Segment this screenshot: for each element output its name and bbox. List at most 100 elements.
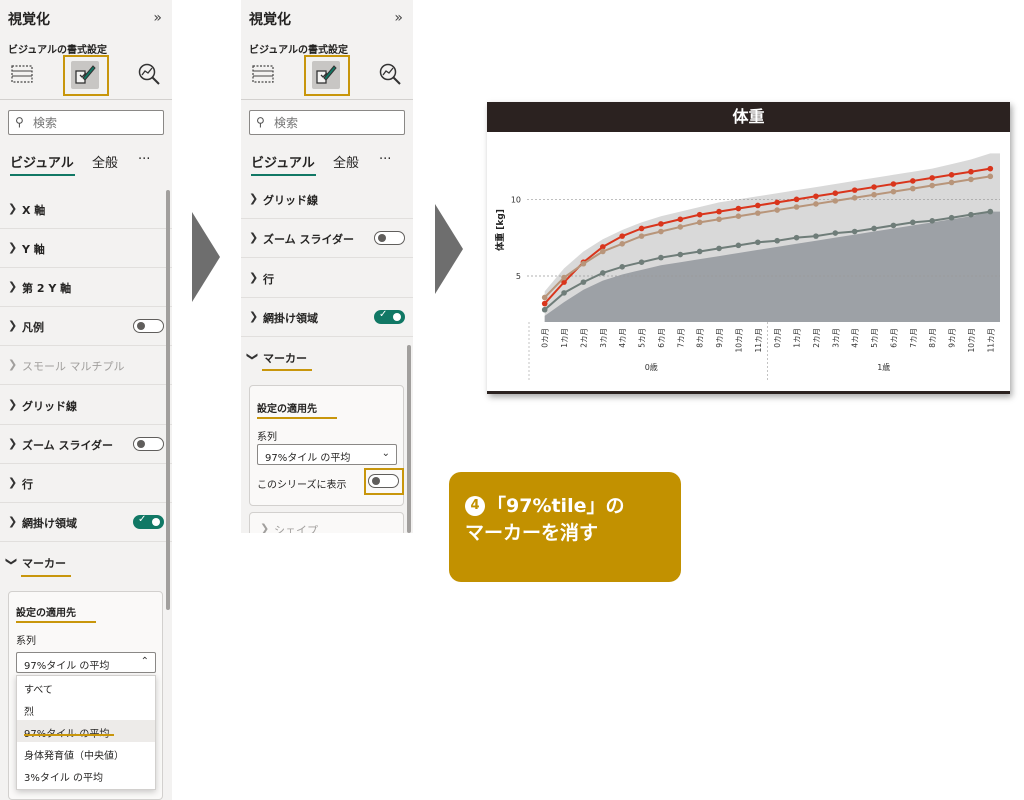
shaded-area-toggle[interactable]: ✓ <box>133 514 164 529</box>
more-options-icon[interactable]: ··· <box>379 152 391 167</box>
selected-option-underline <box>24 734 114 736</box>
section-lines[interactable]: ❯ 行 <box>241 259 413 298</box>
pane-title: 視覚化 <box>249 12 291 28</box>
x-tick-label: 11カ月 <box>986 328 995 353</box>
section-secondary-y-axis[interactable]: ❯ 第 2 Y 軸 <box>0 268 172 307</box>
visualizations-pane-left: 視覚化 » ビジュアルの書式設定 ⚲ ビジュアル 全般 ··· ❯ X 軸 ❯ … <box>0 0 172 800</box>
chart-canvas: 5 10 体重 [kg] 0カ月 1カ月 2カ月 3カ月 4カ月 5カ月 6カ月 7カ月 8カ月 9カ月… <box>487 153 1010 394</box>
x-tick-label: 7カ月 <box>909 328 918 348</box>
apply-settings-title: 設定の適用先 <box>257 404 317 415</box>
data-point <box>774 237 780 244</box>
chart-title: 体重 <box>487 102 1010 132</box>
collapse-pane-icon[interactable]: » <box>153 10 162 26</box>
data-point <box>832 190 839 196</box>
zoom-slider-toggle[interactable] <box>133 437 164 451</box>
data-point <box>677 224 684 230</box>
data-point <box>968 168 974 175</box>
data-point <box>677 216 684 223</box>
section-label: Y 軸 <box>22 243 45 256</box>
section-gridlines[interactable]: ❯ グリッド線 <box>0 386 172 425</box>
data-point <box>658 221 664 227</box>
x-tick-label: 4カ月 <box>618 328 627 348</box>
data-point <box>910 185 916 192</box>
chevron-right-icon: ❯ <box>8 515 18 528</box>
chart-bottom-bar <box>487 391 1010 394</box>
data-point <box>948 172 955 178</box>
chevron-right-icon: ❯ <box>260 522 270 533</box>
dropdown-option[interactable]: すべて <box>17 676 155 698</box>
search-input[interactable] <box>33 114 153 132</box>
data-point <box>755 210 761 216</box>
data-point <box>832 230 839 236</box>
section-y-axis[interactable]: ❯ Y 軸 <box>0 229 172 268</box>
data-point <box>851 195 858 201</box>
data-point <box>968 211 974 218</box>
tab-general[interactable]: 全般 <box>333 152 359 171</box>
chevron-right-icon: ❯ <box>8 202 18 215</box>
series-select[interactable]: 97%タイル の平均 ⌃ <box>16 652 156 673</box>
section-x-axis[interactable]: ❯ X 軸 <box>0 190 172 229</box>
section-lines[interactable]: ❯ 行 <box>0 464 172 503</box>
data-point <box>716 245 722 252</box>
section-zoom-slider[interactable]: ❯ ズーム スライダー <box>0 425 172 464</box>
data-point <box>910 219 916 226</box>
search-input[interactable] <box>274 114 394 132</box>
series-dropdown-menu: すべて 烈 97%タイル の平均 身体発育値（中央値） 3%タイル の平均 <box>16 675 156 790</box>
data-point <box>638 259 645 265</box>
dropdown-option[interactable]: 3%タイル の平均 <box>17 764 155 786</box>
zoom-slider-toggle[interactable] <box>374 231 405 245</box>
section-shaded-area[interactable]: ❯ 網掛け領域 ✓ <box>0 503 172 542</box>
data-point <box>890 222 897 229</box>
section-gridlines[interactable]: ❯ グリッド線 <box>241 180 413 219</box>
legend-toggle[interactable] <box>133 319 164 333</box>
tab-general[interactable]: 全般 <box>92 152 118 171</box>
dropdown-option[interactable]: 烈 <box>17 698 155 720</box>
shape-label: シェイプ <box>274 524 318 533</box>
chevron-right-icon: ❯ <box>8 280 18 293</box>
data-point <box>871 184 877 190</box>
collapse-pane-icon[interactable]: » <box>394 10 403 26</box>
markers-highlight-underline <box>21 575 71 577</box>
data-point <box>948 214 955 221</box>
data-point <box>871 191 877 198</box>
tab-visual[interactable]: ビジュアル <box>10 152 74 171</box>
search-field[interactable]: ⚲ <box>249 110 405 135</box>
data-point <box>987 173 994 180</box>
callout-line-2: マーカーを消す <box>465 522 599 544</box>
weight-chart: 体重 5 10 体重 [kg] 0カ月 1カ月 2カ月 3カ月 4カ月 5カ月 6カ月 7カ月 8カ月… <box>487 102 1010 394</box>
more-options-icon[interactable]: ··· <box>138 152 150 167</box>
analytics-icon[interactable] <box>137 62 161 86</box>
scrollbar-thumb[interactable] <box>166 190 170 610</box>
build-visual-icon[interactable] <box>10 62 34 86</box>
chevron-right-icon: ❯ <box>8 319 18 332</box>
series-select[interactable]: 97%タイル の平均 ⌄ <box>257 444 397 465</box>
analytics-icon[interactable] <box>378 62 402 86</box>
shape-card[interactable]: ❯ シェイプ <box>249 512 404 533</box>
section-markers[interactable]: ❯ マーカー <box>241 338 413 377</box>
data-point <box>987 165 994 172</box>
check-icon: ✓ <box>379 309 388 320</box>
build-visual-icon[interactable] <box>251 62 275 86</box>
section-zoom-slider[interactable]: ❯ ズーム スライダー <box>241 219 413 258</box>
data-point <box>716 216 722 223</box>
x-tick-label: 0カ月 <box>541 328 550 348</box>
x-tick-label: 3カ月 <box>831 328 840 348</box>
data-point <box>755 239 761 246</box>
x-tick-label: 3カ月 <box>599 328 608 348</box>
section-shaded-area[interactable]: ❯ 網掛け領域 ✓ <box>241 298 413 337</box>
apply-settings-underline <box>16 621 96 623</box>
tab-visual[interactable]: ビジュアル <box>251 152 315 171</box>
section-label: 凡例 <box>22 321 44 334</box>
dropdown-option[interactable]: 身体発育値（中央値） <box>17 742 155 764</box>
x-tick-label: 8カ月 <box>928 328 937 348</box>
instruction-callout: 4 「97%tile」の マーカーを消す <box>449 472 681 582</box>
chevron-right-icon: ❯ <box>8 476 18 489</box>
data-point <box>793 234 800 241</box>
search-field[interactable]: ⚲ <box>8 110 164 135</box>
series-label: 系列 <box>16 636 36 647</box>
data-point <box>580 279 587 285</box>
dropdown-option-selected[interactable]: 97%タイル の平均 <box>17 720 155 742</box>
scrollbar-thumb[interactable] <box>407 345 411 533</box>
shaded-area-toggle[interactable]: ✓ <box>374 309 405 324</box>
section-legend[interactable]: ❯ 凡例 <box>0 307 172 346</box>
